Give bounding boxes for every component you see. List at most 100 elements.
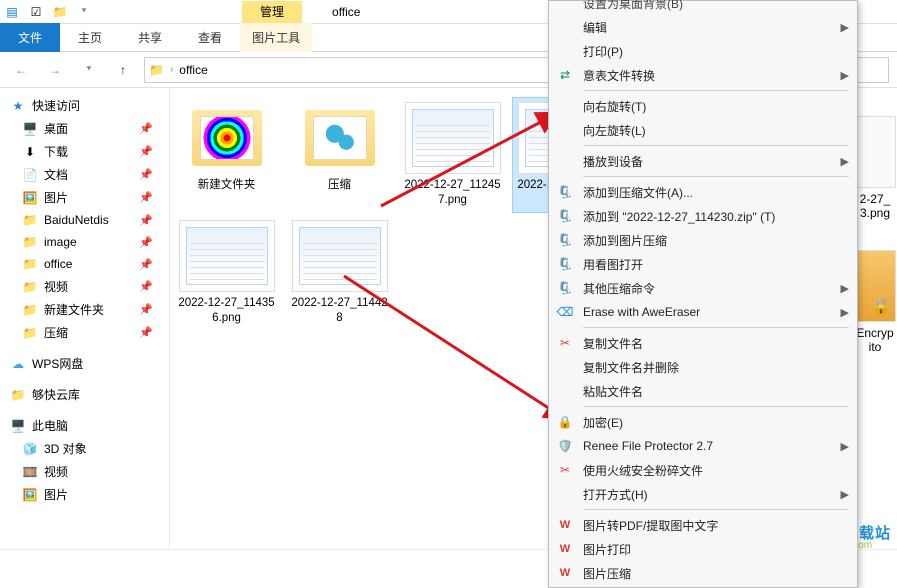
context-menu-item[interactable]: W图片打印	[549, 537, 857, 561]
tab-view[interactable]: 查看	[180, 23, 240, 52]
tab-picture-tools[interactable]: 图片工具	[240, 23, 312, 52]
compress-icon: 🗜️	[555, 279, 575, 297]
qat-dropdown-icon[interactable]: ⯆	[76, 4, 92, 20]
file-thumbnail	[405, 102, 501, 174]
shield-icon: 🛡️	[555, 437, 575, 455]
breadcrumb-segment[interactable]: office	[179, 63, 207, 77]
sidebar-gkyk[interactable]: 📁 够快云库	[0, 383, 169, 406]
blank-icon	[555, 97, 575, 115]
sidebar-wps[interactable]: ☁ WPS网盘	[0, 352, 169, 375]
file-label: 2022-12-27_114428	[291, 296, 388, 326]
folder-icon: 📁	[22, 325, 38, 341]
file-item[interactable]: 2022-12-27_114356.png	[174, 216, 279, 330]
sidebar-this-pc[interactable]: 🖥️ 此电脑	[0, 414, 169, 437]
compress-icon: 🗜️	[555, 207, 575, 225]
sidebar-label: 够快云库	[32, 386, 80, 403]
folder-icon: 🖥️	[22, 121, 38, 137]
context-menu-label: 编辑	[583, 19, 833, 36]
context-menu-item[interactable]: 🗜️添加到图片压缩	[549, 228, 857, 252]
context-menu-label: 意表文件转换	[583, 67, 833, 84]
sidebar-item-压缩[interactable]: 📁压缩📌	[0, 321, 169, 344]
context-menu-item[interactable]: 🗜️添加到压缩文件(A)...	[549, 180, 857, 204]
sidebar-item-label: 3D 对象	[44, 440, 87, 457]
sidebar-item-label: 视频	[44, 278, 68, 295]
context-menu-label: 图片压缩	[583, 565, 849, 582]
context-menu-separator	[583, 406, 849, 407]
qat-checkbox-icon[interactable]: ☑	[28, 4, 44, 20]
sidebar-item-视频[interactable]: 🎞️视频	[0, 460, 169, 483]
sidebar-item-下载[interactable]: ⬇下载📌	[0, 140, 169, 163]
sidebar-item-BaiduNetdis[interactable]: 📁BaiduNetdis📌	[0, 209, 169, 231]
chevron-right-icon: ▶	[841, 440, 849, 453]
nav-recent-button[interactable]: ⯆	[76, 57, 102, 83]
context-menu-item[interactable]: ✂复制文件名	[549, 331, 857, 355]
tab-file[interactable]: 文件	[0, 23, 60, 52]
sidebar-item-label: image	[44, 235, 77, 249]
sidebar-item-视频[interactable]: 📁视频📌	[0, 275, 169, 298]
context-menu-item[interactable]: ⇄意表文件转换▶	[549, 63, 857, 87]
tab-share[interactable]: 共享	[120, 23, 180, 52]
context-menu-item[interactable]: ⌫Erase with AweEraser▶	[549, 300, 857, 324]
folder-icon: ⬇	[22, 144, 38, 160]
context-menu-item[interactable]: 🗜️ 添加到 "2022-12-27_114230.zip" (T)	[549, 204, 857, 228]
context-menu-item[interactable]: 🗜️用看图打开	[549, 252, 857, 276]
sidebar-item-图片[interactable]: 🖼️图片📌	[0, 186, 169, 209]
context-menu-label: 粘贴文件名	[583, 383, 849, 400]
chevron-right-icon: ▶	[841, 488, 849, 501]
context-menu-item[interactable]: W图片转PDF/提取图中文字	[549, 513, 857, 537]
convert-icon: ⇄	[555, 66, 575, 84]
context-menu-item[interactable]: 设置为桌面背景(B)	[549, 0, 857, 15]
file-item[interactable]: 压缩	[287, 98, 392, 212]
context-menu-label: 图片打印	[583, 541, 849, 558]
file-label: 新建文件夹	[178, 178, 275, 193]
list-item[interactable]: 2-27_ 3.png	[853, 116, 897, 226]
chevron-right-icon[interactable]: ›	[170, 64, 173, 75]
item-icon: 🖼️	[22, 487, 38, 503]
context-menu-item[interactable]: 向左旋转(L)	[549, 118, 857, 142]
nav-back-button[interactable]: ←	[8, 57, 34, 83]
context-menu-item[interactable]: 🛡️Renee File Protector 2.7▶	[549, 434, 857, 458]
nav-sidebar: ★ 快速访问 🖥️桌面📌⬇下载📌📄文档📌🖼️图片📌📁BaiduNetdis📌📁i…	[0, 88, 170, 549]
context-menu-item[interactable]: ✂使用火绒安全粉碎文件	[549, 458, 857, 482]
folder-icon: 📁	[22, 212, 38, 228]
chevron-right-icon: ▶	[841, 282, 849, 295]
context-menu-item[interactable]: 打开方式(H)▶	[549, 482, 857, 506]
sidebar-item-文档[interactable]: 📄文档📌	[0, 163, 169, 186]
tab-home[interactable]: 主页	[60, 23, 120, 52]
context-menu-item[interactable]: 粘贴文件名	[549, 379, 857, 403]
context-menu-item[interactable]: 播放到设备▶	[549, 149, 857, 173]
sidebar-item-image[interactable]: 📁image📌	[0, 231, 169, 253]
breadcrumb-root-icon[interactable]: 📁	[149, 63, 164, 77]
blank-icon	[555, 358, 575, 376]
nav-up-button[interactable]: ↑	[110, 57, 136, 83]
pin-icon: 📌	[139, 258, 153, 271]
blank-icon	[555, 0, 575, 12]
pin-icon: 📌	[139, 280, 153, 293]
sidebar-item-桌面[interactable]: 🖥️桌面📌	[0, 117, 169, 140]
context-menu-item[interactable]: W图片压缩	[549, 561, 857, 585]
quick-access-toolbar: ▤ ☑ 📁 ⯆	[4, 4, 92, 20]
context-menu-label: 添加到 "2022-12-27_114230.zip" (T)	[583, 208, 849, 225]
context-menu-item[interactable]: 编辑▶	[549, 15, 857, 39]
sidebar-item-3D 对象[interactable]: 🧊3D 对象	[0, 437, 169, 460]
file-thumbnail	[179, 220, 275, 292]
context-menu-item[interactable]: 复制文件名并删除	[549, 355, 857, 379]
context-menu-item[interactable]: 🗜️其他压缩命令▶	[549, 276, 857, 300]
star-icon: ★	[10, 98, 26, 114]
file-item[interactable]: 2022-12-27_114428	[287, 216, 392, 330]
sidebar-quick-access[interactable]: ★ 快速访问	[0, 94, 169, 117]
file-item[interactable]: 2022-12-27_112457.png	[400, 98, 505, 212]
context-menu-item[interactable]: 向右旋转(T)	[549, 94, 857, 118]
folder-small-icon[interactable]: 📁	[52, 4, 68, 20]
sidebar-item-新建文件夹[interactable]: 📁新建文件夹📌	[0, 298, 169, 321]
context-menu-label: 复制文件名并删除	[583, 359, 849, 376]
sidebar-item-office[interactable]: 📁office📌	[0, 253, 169, 275]
list-item[interactable]: 🔒 Encryp ito	[853, 250, 897, 360]
compress-icon: 🗜️	[555, 183, 575, 201]
sidebar-item-图片[interactable]: 🖼️图片	[0, 483, 169, 506]
context-menu-item[interactable]: 打印(P)	[549, 39, 857, 63]
nav-forward-button[interactable]: →	[42, 57, 68, 83]
sidebar-label: 此电脑	[32, 417, 68, 434]
file-item[interactable]: 新建文件夹	[174, 98, 279, 212]
context-menu-item[interactable]: 🔒加密(E)	[549, 410, 857, 434]
